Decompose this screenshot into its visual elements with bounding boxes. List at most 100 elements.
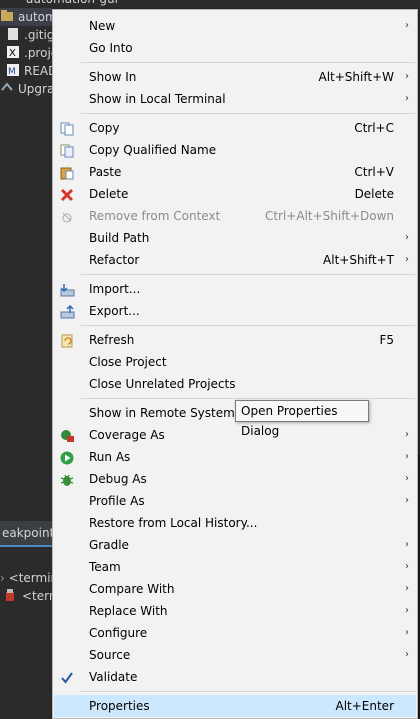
menu-item-shortcut: F5 [379,333,394,347]
delete-icon [60,187,75,202]
submenu-arrow-icon: › [405,20,409,31]
menu-item-label: Configure [89,626,148,640]
submenu-arrow-icon: › [405,583,409,594]
submenu-arrow-icon: › [405,495,409,506]
menu-item-validate[interactable]: Validate [54,666,416,688]
menu-item-label: Refresh [89,333,135,347]
menu-item-run-as[interactable]: Run As › [54,446,416,468]
remove-context-icon [60,209,75,223]
menu-item-team[interactable]: Team › [54,556,416,578]
menu-item-copy-qualified-name[interactable]: Copy Qualified Name [54,139,416,161]
menu-item-label: Debug As [89,472,147,486]
menu-item-label: Close Unrelated Projects [89,377,236,391]
menu-item-export[interactable]: Export... [54,300,416,322]
menu-item-label: Profile As [89,494,145,508]
menu-item-shortcut: Alt+Shift+T [323,253,394,267]
submenu-arrow-icon: › [405,539,409,550]
menu-item-label: Close Project [89,355,167,369]
menu-item-properties[interactable]: Properties Alt+Enter [54,695,416,717]
menu-item-paste[interactable]: Paste Ctrl+V [54,161,416,183]
menu-item-label: Show In [89,70,137,84]
menu-item-show-in[interactable]: Show In Alt+Shift+W › [54,66,416,88]
coverage-icon [60,428,75,442]
menu-item-shortcut: Ctrl+C [354,121,394,135]
menu-item-label: New [89,19,116,33]
debug-icon [60,472,75,486]
export-icon [60,304,75,319]
menu-item-label: Properties [89,699,150,713]
submenu-arrow-icon: › [405,232,409,243]
menu-item-shortcut: Delete [354,187,394,201]
menu-item-profile-as[interactable]: Profile As › [54,490,416,512]
menu-item-replace-with[interactable]: Replace With › [54,600,416,622]
menu-item-shortcut: Alt+Enter [335,699,394,713]
menu-item-label: Show in Remote Systems vi [89,406,256,420]
tree-item-label: autom [18,10,57,24]
menu-item-label: Compare With [89,582,175,596]
markdown-file-icon: M [6,63,20,77]
menu-item-label: Go Into [89,41,133,55]
tree-item-readme[interactable]: M READ [6,62,57,80]
menu-separator [81,325,415,326]
menu-item-label: Paste [89,165,122,179]
paste-icon [60,165,75,180]
validate-check-icon [60,670,75,684]
menu-item-shortcut: Ctrl+Alt+Shift+Down [264,209,394,223]
menu-item-label: Validate [89,670,138,684]
menu-item-refactor[interactable]: Refactor Alt+Shift+T › [54,249,416,271]
submenu-arrow-icon: › [405,649,409,660]
menu-item-remove-from-context: Remove from Context Ctrl+Alt+Shift+Down [54,205,416,227]
menu-item-source[interactable]: Source › [54,644,416,666]
tree-item-project-file[interactable]: X .proje [6,44,58,62]
submenu-arrow-icon: › [405,605,409,616]
menu-item-coverage-as[interactable]: Coverage As › [54,424,416,446]
svg-text:X: X [9,48,16,59]
submenu-arrow-icon: › [405,254,409,265]
menu-item-new[interactable]: New › [54,15,416,37]
submenu-arrow-icon: › [405,473,409,484]
menu-item-close-project[interactable]: Close Project [54,351,416,373]
project-folder-icon [0,9,14,23]
submenu-arrow-icon: › [405,93,409,104]
tree-item-project[interactable]: automation-gui [26,0,118,8]
menu-item-show-in-local-terminal[interactable]: Show in Local Terminal › [54,88,416,110]
menu-item-label: Restore from Local History... [89,516,258,530]
menu-item-compare-with[interactable]: Compare With › [54,578,416,600]
console-item-marker: › [0,571,5,585]
menu-item-label: Remove from Context [89,209,221,223]
tab-breakpoints[interactable]: eakpoints [0,521,61,547]
menu-item-build-path[interactable]: Build Path › [54,227,416,249]
context-menu: New › Go Into Show In Alt+Shift+W › Show in… [52,9,418,719]
menu-item-delete[interactable]: Delete Delete [54,183,416,205]
menu-item-configure[interactable]: Configure › [54,622,416,644]
menu-item-import[interactable]: Import... [54,278,416,300]
menu-item-label: Show in Local Terminal [89,92,226,106]
copy-qualified-icon [60,143,75,158]
file-icon [6,27,20,41]
menu-item-close-unrelated-projects[interactable]: Close Unrelated Projects [54,373,416,395]
menu-item-debug-as[interactable]: Debug As › [54,468,416,490]
menu-item-go-into[interactable]: Go Into [54,37,416,59]
menu-separator [81,398,415,399]
terminal-icon [4,588,18,602]
menu-item-restore-local-history[interactable]: Restore from Local History... [54,512,416,534]
submenu-arrow-icon: › [405,71,409,82]
run-icon [60,450,75,465]
tree-item-selected[interactable]: autom [0,8,57,26]
submenu-arrow-icon: › [405,429,409,440]
menu-item-copy[interactable]: Copy Ctrl+C [54,117,416,139]
upgrade-icon [0,81,14,95]
menu-item-label: Refactor [89,253,140,267]
tree-item-gitignore[interactable]: .gitig [6,26,54,44]
menu-item-label: Replace With [89,604,168,618]
submenu-arrow-icon: › [405,451,409,462]
menu-item-label: Source [89,648,131,662]
menu-item-label: Export... [89,304,140,318]
menu-item-gradle[interactable]: Gradle › [54,534,416,556]
menu-separator [81,113,415,114]
menu-item-label: Delete [89,187,129,201]
menu-item-refresh[interactable]: Refresh F5 [54,329,416,351]
menu-item-label: Copy Qualified Name [89,143,217,157]
submenu-arrow-icon: › [405,627,409,638]
menu-item-label: Copy [89,121,120,135]
